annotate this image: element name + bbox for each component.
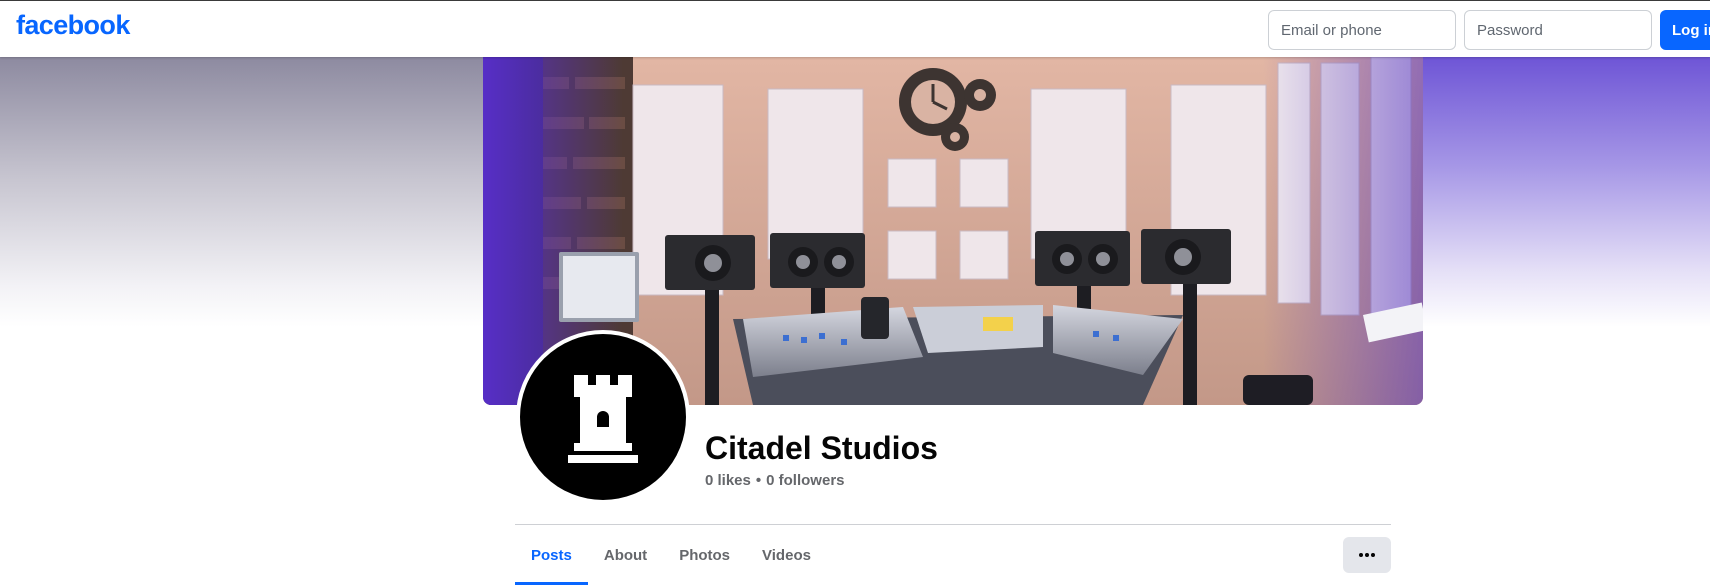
cover-background-blur-right <box>1423 57 1710 327</box>
profile-tabs: Posts About Photos Videos <box>515 526 827 585</box>
page-title: Citadel Studios <box>705 430 938 466</box>
email-field[interactable] <box>1268 10 1456 50</box>
tab-posts[interactable]: Posts <box>515 526 588 585</box>
castle-tower-icon <box>568 375 638 463</box>
tab-videos[interactable]: Videos <box>746 526 827 585</box>
password-field[interactable] <box>1464 10 1652 50</box>
more-dots-icon <box>1359 553 1375 557</box>
facebook-logo[interactable]: facebook <box>16 10 130 41</box>
profile-picture[interactable] <box>516 330 690 504</box>
page-stats: 0 likes • 0 followers <box>705 472 845 489</box>
tab-about[interactable]: About <box>588 526 663 585</box>
likes-count[interactable]: 0 likes <box>705 472 751 489</box>
tab-photos[interactable]: Photos <box>663 526 746 585</box>
stats-separator: • <box>755 472 762 489</box>
top-bar: facebook Log in <box>0 0 1710 57</box>
tabs-divider <box>515 524 1391 525</box>
followers-count[interactable]: 0 followers <box>766 472 844 489</box>
more-options-button[interactable] <box>1343 537 1391 573</box>
login-button[interactable]: Log in <box>1660 10 1710 50</box>
